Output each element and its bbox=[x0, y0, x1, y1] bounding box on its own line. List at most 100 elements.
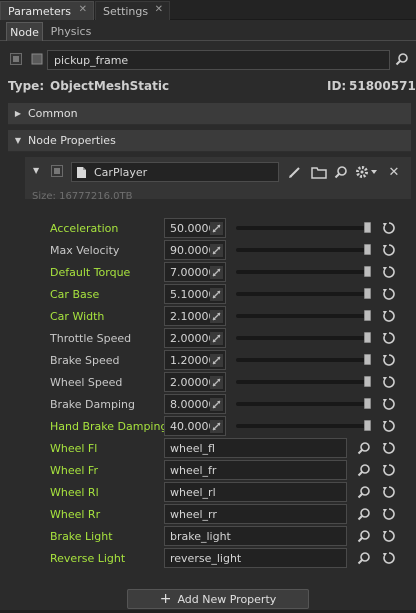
property-name-field[interactable]: CarPlayer bbox=[71, 162, 279, 182]
folder-icon[interactable] bbox=[310, 164, 328, 180]
param-value-input[interactable]: 50.0000 bbox=[164, 218, 226, 238]
param-value-input[interactable]: 8.00000 bbox=[164, 394, 226, 414]
section-node-properties[interactable]: ▼ Node Properties bbox=[8, 130, 411, 152]
param-value: 2.00000 bbox=[170, 331, 216, 345]
param-slider-track[interactable] bbox=[236, 402, 368, 406]
param-value-input[interactable]: 2.10000 bbox=[164, 306, 226, 326]
type-label: Type: bbox=[8, 79, 45, 93]
param-value-input[interactable]: 7.00000 bbox=[164, 262, 226, 282]
node-param-input[interactable]: wheel_rl bbox=[164, 482, 347, 502]
close-icon[interactable]: ✕ bbox=[79, 4, 87, 15]
param-slider-track[interactable] bbox=[236, 292, 368, 296]
add-property-button[interactable]: + Add New Property bbox=[127, 589, 309, 609]
close-icon[interactable]: ✕ bbox=[155, 4, 163, 15]
node-param-input[interactable]: reverse_light bbox=[164, 548, 347, 568]
param-slider-track[interactable] bbox=[236, 358, 368, 362]
search-icon[interactable] bbox=[356, 507, 372, 521]
param-slider-handle[interactable] bbox=[364, 310, 371, 321]
param-value-input[interactable]: 90.0000 bbox=[164, 240, 226, 260]
reset-icon[interactable] bbox=[382, 243, 396, 257]
reset-icon[interactable] bbox=[382, 507, 396, 521]
param-value-input[interactable]: 40.0000 bbox=[164, 416, 226, 436]
param-slider-handle[interactable] bbox=[364, 376, 371, 387]
search-icon[interactable] bbox=[356, 441, 372, 455]
expand-arrows-icon[interactable] bbox=[210, 398, 223, 411]
param-slider-track[interactable] bbox=[236, 248, 368, 252]
node-param-input[interactable]: wheel_fr bbox=[164, 460, 347, 480]
search-icon[interactable] bbox=[333, 164, 349, 180]
search-icon[interactable] bbox=[356, 551, 372, 565]
node-param-input[interactable]: wheel_fl bbox=[164, 438, 347, 458]
section-node-properties-label: Node Properties bbox=[28, 134, 116, 147]
tab-settings-label: Settings bbox=[103, 4, 149, 18]
param-label: Throttle Speed bbox=[50, 331, 132, 345]
tab-parameters[interactable]: Parameters ✕ bbox=[0, 1, 94, 20]
reset-icon[interactable] bbox=[382, 331, 396, 345]
tab-physics[interactable]: Physics bbox=[45, 22, 97, 41]
param-slider-track[interactable] bbox=[236, 336, 368, 340]
expand-arrows-icon[interactable] bbox=[210, 310, 223, 323]
expand-arrows-icon[interactable] bbox=[210, 376, 223, 389]
param-slider-track[interactable] bbox=[236, 424, 368, 428]
tab-node[interactable]: Node bbox=[6, 22, 43, 41]
param-slider-handle[interactable] bbox=[364, 332, 371, 343]
chevron-down-icon: ▼ bbox=[14, 136, 22, 145]
param-slider-handle[interactable] bbox=[364, 420, 371, 431]
property-enabled-checkbox[interactable] bbox=[51, 165, 63, 177]
reset-icon[interactable] bbox=[382, 463, 396, 477]
search-icon[interactable] bbox=[356, 463, 372, 477]
expand-arrows-icon[interactable] bbox=[210, 332, 223, 345]
reset-icon[interactable] bbox=[382, 287, 396, 301]
param-slider-handle[interactable] bbox=[364, 354, 371, 365]
gear-icon[interactable] bbox=[353, 163, 379, 181]
param-slider-track[interactable] bbox=[236, 380, 368, 384]
chevron-right-icon: ▶ bbox=[14, 109, 22, 118]
reset-icon[interactable] bbox=[382, 485, 396, 499]
param-value-input[interactable]: 1.20000 bbox=[164, 350, 226, 370]
param-slider-handle[interactable] bbox=[364, 398, 371, 409]
expand-arrows-icon[interactable] bbox=[210, 288, 223, 301]
expand-arrows-icon[interactable] bbox=[210, 244, 223, 257]
search-icon[interactable] bbox=[356, 529, 372, 543]
reset-icon[interactable] bbox=[382, 265, 396, 279]
param-value-input[interactable]: 5.10000 bbox=[164, 284, 226, 304]
edit-pencil-icon[interactable] bbox=[287, 164, 303, 180]
reset-icon[interactable] bbox=[382, 221, 396, 235]
param-slider-handle[interactable] bbox=[364, 266, 371, 277]
param-slider-track[interactable] bbox=[236, 314, 368, 318]
reset-icon[interactable] bbox=[382, 397, 396, 411]
close-icon[interactable]: ✕ bbox=[386, 164, 402, 180]
expand-arrows-icon[interactable] bbox=[210, 420, 223, 433]
reset-icon[interactable] bbox=[382, 419, 396, 433]
tab-settings[interactable]: Settings ✕ bbox=[95, 1, 170, 20]
section-common[interactable]: ▶ Common bbox=[8, 103, 411, 125]
search-icon[interactable] bbox=[356, 485, 372, 499]
reset-icon[interactable] bbox=[382, 441, 396, 455]
param-slider-track[interactable] bbox=[236, 270, 368, 274]
param-slider-handle[interactable] bbox=[364, 288, 371, 299]
param-value-input[interactable]: 2.00000 bbox=[164, 328, 226, 348]
reset-icon[interactable] bbox=[382, 309, 396, 323]
expand-arrows-icon[interactable] bbox=[210, 354, 223, 367]
add-property-label: Add New Property bbox=[177, 592, 277, 606]
reset-icon[interactable] bbox=[382, 529, 396, 543]
node-name-input[interactable]: pickup_frame bbox=[47, 50, 390, 70]
chevron-down-icon[interactable]: ▼ bbox=[33, 166, 39, 175]
param-value: 40.0000 bbox=[170, 419, 216, 433]
node-param-input[interactable]: wheel_rr bbox=[164, 504, 347, 524]
node-param-label: Wheel Rl bbox=[50, 485, 99, 499]
search-icon[interactable] bbox=[394, 51, 410, 67]
node-enabled-checkbox[interactable] bbox=[10, 53, 22, 65]
reset-icon[interactable] bbox=[382, 353, 396, 367]
expand-arrows-icon[interactable] bbox=[210, 222, 223, 235]
node-param-input[interactable]: brake_light bbox=[164, 526, 347, 546]
param-slider-track[interactable] bbox=[236, 226, 368, 230]
expand-arrows-icon[interactable] bbox=[210, 266, 223, 279]
reset-icon[interactable] bbox=[382, 551, 396, 565]
param-slider-handle[interactable] bbox=[364, 244, 371, 255]
param-value-input[interactable]: 2.00000 bbox=[164, 372, 226, 392]
id-label: ID: bbox=[327, 79, 347, 93]
param-label: Acceleration bbox=[50, 221, 119, 235]
param-slider-handle[interactable] bbox=[364, 222, 371, 233]
reset-icon[interactable] bbox=[382, 375, 396, 389]
